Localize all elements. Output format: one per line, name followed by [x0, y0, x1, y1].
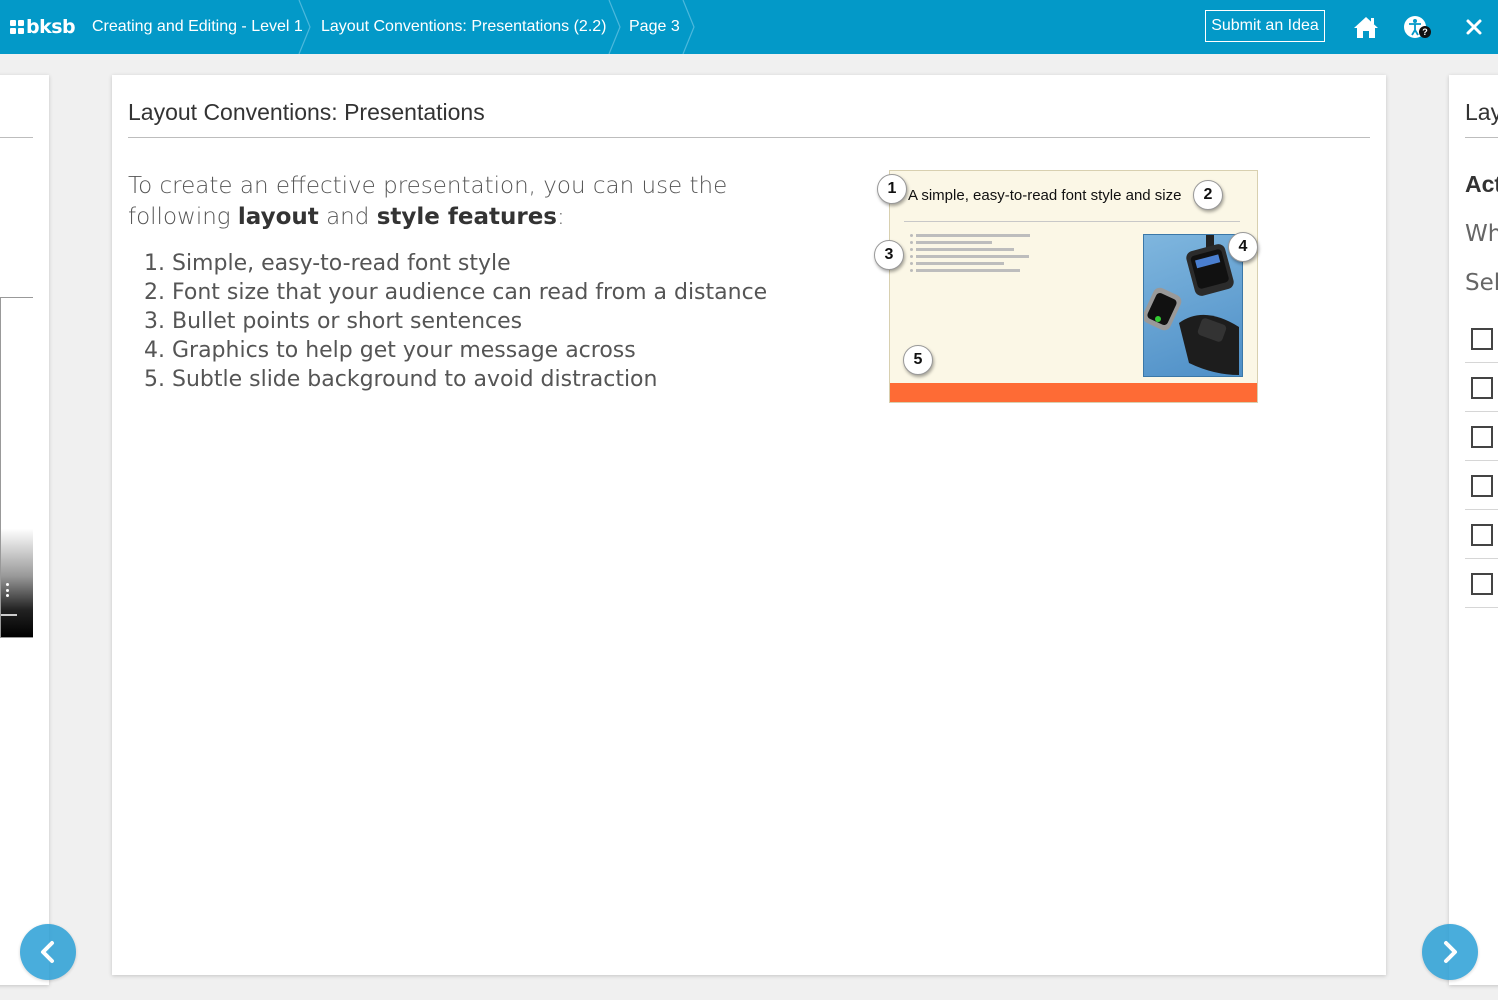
callout-badge: 4	[1228, 232, 1258, 262]
instruction-text: Sel	[1465, 270, 1498, 296]
intro-prefix: following	[128, 204, 238, 230]
previous-page-button[interactable]	[20, 924, 76, 980]
home-icon[interactable]	[1352, 13, 1380, 41]
callout-badge: 3	[874, 240, 904, 270]
bksb-logo[interactable]: bksb	[10, 14, 76, 40]
previous-page-card	[0, 75, 49, 985]
slide-footer-bar	[890, 383, 1257, 402]
option-divider	[1465, 607, 1498, 608]
intro-bold-style: style features	[376, 204, 557, 230]
video-player[interactable]	[0, 297, 33, 638]
title-divider	[0, 137, 33, 138]
video-menu-icon[interactable]	[6, 583, 10, 597]
answer-checkbox[interactable]	[1471, 573, 1493, 595]
option-divider	[1465, 362, 1498, 363]
intro-paragraph: To create an effective presentation, you…	[128, 171, 768, 233]
breadcrumb-course[interactable]: Creating and Editing - Level 1	[92, 0, 303, 54]
option-divider	[1465, 509, 1498, 510]
list-item: 4. Graphics to help get your message acr…	[144, 338, 636, 363]
content-card: Layout Conventions: Presentations To cre…	[112, 75, 1386, 975]
logo-squares-icon	[10, 20, 24, 34]
answer-checkbox[interactable]	[1471, 475, 1493, 497]
next-card-title: Lay	[1465, 99, 1498, 125]
breadcrumb-page[interactable]: Page 3	[629, 0, 680, 54]
callout-badge: 1	[877, 174, 907, 204]
option-divider	[1465, 460, 1498, 461]
answer-checkbox[interactable]	[1471, 426, 1493, 448]
list-item: 2. Font size that your audience can read…	[144, 280, 768, 305]
title-divider	[1465, 137, 1498, 138]
video-progress-bar[interactable]	[1, 614, 17, 616]
intro-line1: To create an effective presentation, you…	[128, 173, 728, 199]
option-divider	[1465, 411, 1498, 412]
next-page-card: Lay Act Wh Sel	[1449, 75, 1498, 985]
close-icon[interactable]	[1460, 13, 1488, 41]
intro-bold-layout: layout	[237, 204, 319, 230]
submit-idea-button[interactable]: Submit an Idea	[1205, 10, 1325, 42]
answer-checkbox[interactable]	[1471, 328, 1493, 350]
callout-badge: 5	[903, 345, 933, 375]
slide-divider	[904, 221, 1240, 222]
activity-heading: Act	[1465, 171, 1498, 197]
slide-title: A simple, easy-to-read font style and si…	[908, 187, 1182, 204]
intro-and: and	[318, 204, 377, 230]
breadcrumb-separator-icon	[298, 0, 311, 54]
list-item: 3. Bullet points or short sentences	[144, 309, 523, 334]
breadcrumb-separator-icon	[608, 0, 621, 54]
callout-badge: 2	[1193, 180, 1223, 210]
example-slide: A simple, easy-to-read font style and si…	[874, 170, 1258, 403]
breadcrumb-separator-icon	[682, 0, 695, 54]
breadcrumb-topic[interactable]: Layout Conventions: Presentations (2.2)	[321, 0, 607, 54]
question-text: Wh	[1465, 221, 1498, 247]
next-page-button[interactable]	[1422, 924, 1478, 980]
intro-colon: :	[556, 204, 565, 230]
chevron-left-icon	[41, 941, 54, 963]
list-item: 1. Simple, easy-to-read font style	[144, 251, 511, 276]
title-divider	[128, 137, 1370, 138]
help-badge-icon: ?	[1419, 26, 1431, 38]
list-item: 5. Subtle slide background to avoid dist…	[144, 367, 658, 392]
smartwatches-image	[1143, 234, 1243, 377]
page-title: Layout Conventions: Presentations	[128, 99, 485, 125]
features-list: 1. Simple, easy-to-read font style 2. Fo…	[144, 249, 767, 394]
accessibility-icon[interactable]: ?	[1401, 13, 1431, 41]
option-divider	[1465, 558, 1498, 559]
answer-checkbox[interactable]	[1471, 377, 1493, 399]
chevron-right-icon	[1444, 941, 1457, 963]
logo-text: bksb	[26, 16, 76, 38]
answer-checkbox[interactable]	[1471, 524, 1493, 546]
top-bar: bksb Creating and Editing - Level 1 Layo…	[0, 0, 1498, 54]
